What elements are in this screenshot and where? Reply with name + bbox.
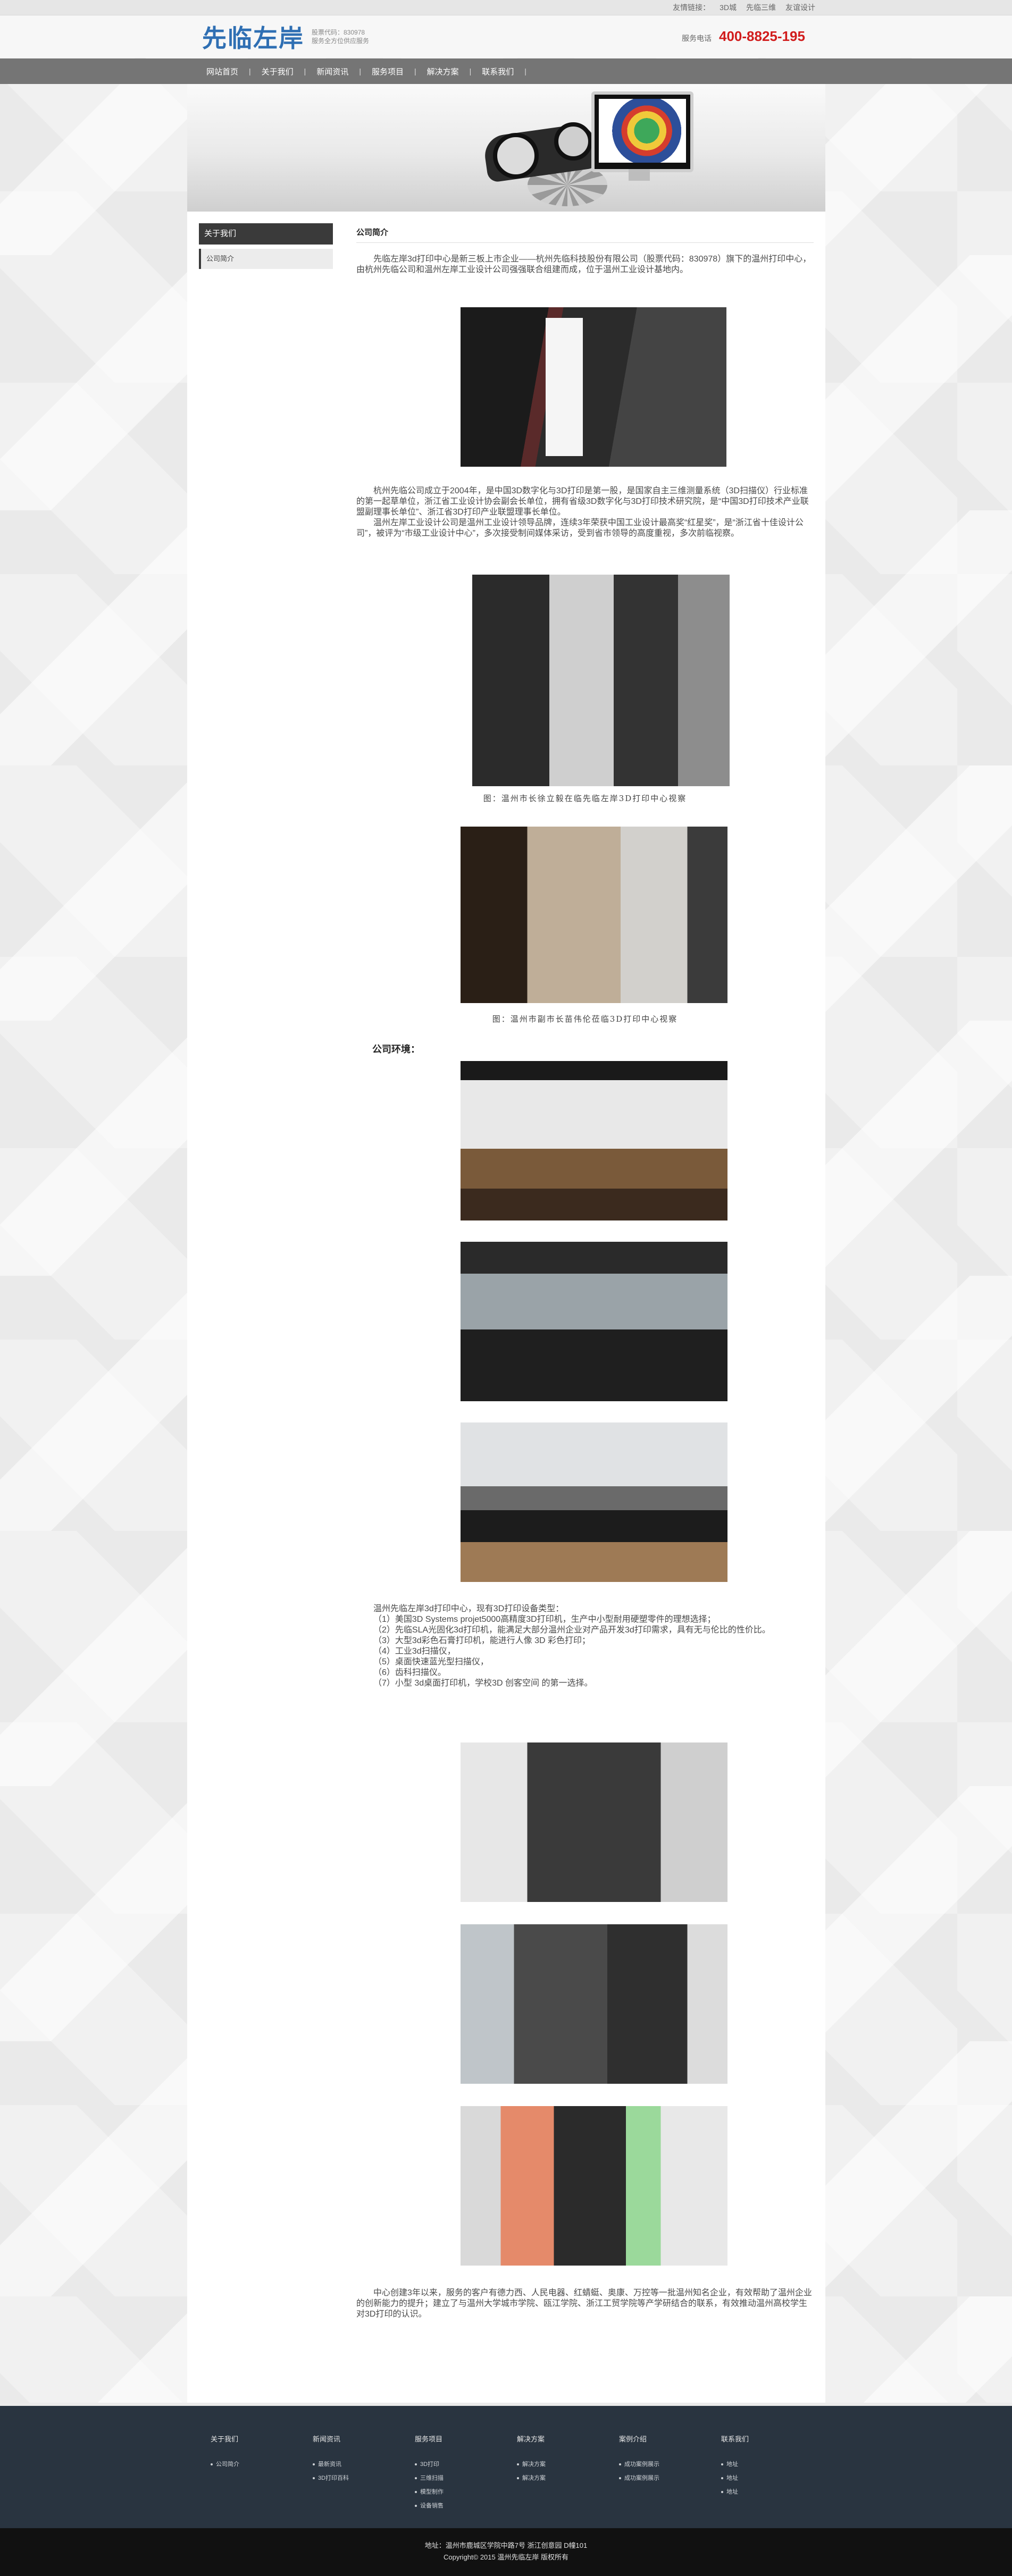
intro-block: 先临左岸3d打印中心是新三板上市企业——杭州先临科技股份有限公司（股票代码：83… xyxy=(356,254,814,275)
nav-separator: | xyxy=(524,67,526,75)
main-content: 公司简介 xyxy=(356,223,814,243)
hotline-number: 400-8825-195 xyxy=(719,28,805,44)
hero-banner xyxy=(187,84,825,212)
nav-item-about[interactable]: 关于我们 xyxy=(251,66,304,77)
footer-link[interactable]: 成功案例展示 xyxy=(619,2471,704,2485)
nav-item-services[interactable]: 服务项目 xyxy=(361,66,414,77)
closing-block: 中心创建3年以来，服务的客户有德力西、人民电器、红蜻蜓、奥康、万控等一批温州知名… xyxy=(356,2288,814,2320)
footer-col-services: 服务项目 3D打印 三维扫描 模型制作 设备销售 xyxy=(415,2434,500,2513)
footer-link[interactable]: 最新资讯 xyxy=(313,2457,398,2471)
footer-link[interactable]: 解决方案 xyxy=(517,2471,602,2485)
sidebar-title: 关于我们 xyxy=(199,223,333,245)
logo-stock-code: 股票代码：830978 xyxy=(312,29,365,36)
footer-heading-about: 关于我们 xyxy=(211,2435,239,2443)
footer-link[interactable]: 三维扫描 xyxy=(415,2471,500,2485)
history-paragraph-1: 杭州先临公司成立于2004年，是中国3D数字化与3D打印是第一股，是国家自主三维… xyxy=(356,486,809,517)
photo-environment-hall xyxy=(461,1061,727,1220)
footer-heading-services: 服务项目 xyxy=(415,2435,443,2443)
copyright-bar: 地址：温州市鹿城区学院中路7号 浙江创意园 D幢101 Copyright© 2… xyxy=(0,2528,1012,2576)
footer-col-contact: 联系我们 地址 地址 地址 xyxy=(721,2434,806,2499)
top-link-shining3d[interactable]: 先临三维 xyxy=(746,2,776,13)
monitor-screen-scan xyxy=(599,99,686,163)
page-title: 公司简介 xyxy=(356,223,814,243)
footer-link[interactable]: 公司简介 xyxy=(211,2457,296,2471)
intro-paragraph: 先临左岸3d打印中心是新三板上市企业——杭州先临科技股份有限公司（股票代码：83… xyxy=(356,255,812,274)
hotline: 服务电话 400-8825-195 xyxy=(682,28,805,45)
logo-tagline: 服务全方位供应服务 xyxy=(312,37,370,45)
footer-heading-contact: 联系我们 xyxy=(721,2435,749,2443)
nav-item-home[interactable]: 网站首页 xyxy=(196,66,249,77)
top-link-3dcity[interactable]: 3D城 xyxy=(720,2,737,13)
top-link-youyi-design[interactable]: 友谊设计 xyxy=(785,2,815,13)
scanner-lens-left xyxy=(493,133,539,179)
site-header: 先临左岸 股票代码：830978 服务全方位供应服务 服务电话 400-8825… xyxy=(0,15,1012,58)
footer-col-about: 关于我们 公司简介 xyxy=(211,2434,296,2471)
photo-mayor-visit xyxy=(472,575,730,786)
footer-link[interactable]: 地址 xyxy=(721,2471,806,2485)
footer-col-news: 新闻资讯 最新资讯 3D打印百科 xyxy=(313,2434,398,2485)
site-footer: 关于我们 公司简介 新闻资讯 最新资讯 3D打印百科 服务项目 3D打印 三维扫… xyxy=(0,2406,1012,2528)
logo-text: 先临左岸 xyxy=(202,24,304,53)
footer-copyright: Copyright© 2015 温州先临左岸 版权所有 xyxy=(444,2553,568,2561)
top-link-label: 友情链接： xyxy=(673,3,710,12)
logo-subtitle: 股票代码：830978 服务全方位供应服务 xyxy=(312,28,369,45)
photo-office-entrance xyxy=(461,307,726,467)
footer-link[interactable]: 设备销售 xyxy=(415,2499,500,2513)
sidebar: 关于我们 公司简介 xyxy=(199,223,333,269)
equipment-block: 温州先临左岸3d打印中心，现有3D打印设备类型： （1）美国3D Systems… xyxy=(356,1604,814,1689)
nav-item-contact[interactable]: 联系我们 xyxy=(471,66,524,77)
equipment-item-5: （5）桌面快速蓝光型扫描仪， xyxy=(373,1657,489,1666)
hotline-label: 服务电话 xyxy=(682,34,712,43)
top-links: 友情链接： 3D城 先临三维 友谊设计 xyxy=(673,0,815,15)
site-logo[interactable]: 先临左岸 股票代码：830978 服务全方位供应服务 xyxy=(202,23,369,53)
photo-vice-mayor-visit xyxy=(461,827,727,1003)
main-nav: 网站首页 | 关于我们 | 新闻资讯 | 服务项目 | 解决方案 | 联系我们 | xyxy=(0,58,1012,84)
footer-link[interactable]: 地址 xyxy=(721,2457,806,2471)
caption-vice-mayor-visit: 图：温州市副市长苗伟伦莅临3D打印中心视察 xyxy=(492,1014,678,1024)
monitor-stand xyxy=(629,169,650,181)
caption-mayor-visit: 图：温州市长徐立毅在临先临左岸3D打印中心视察 xyxy=(483,794,687,803)
equipment-item-1: （1）美国3D Systems projet5000高精度3D打印机，生产中小型… xyxy=(373,1615,716,1624)
footer-heading-news: 新闻资讯 xyxy=(313,2435,341,2443)
photo-environment-stairs xyxy=(461,1242,727,1401)
closing-paragraph: 中心创建3年以来，服务的客户有德力西、人民电器、红蜻蜓、奥康、万控等一批温州知名… xyxy=(356,2288,812,2319)
photo-printer-projet xyxy=(461,1742,727,1902)
photo-environment-meeting-room xyxy=(461,1422,727,1582)
sidebar-item-company-profile[interactable]: 公司简介 xyxy=(199,249,333,269)
equipment-item-6: （6）齿科扫描仪。 xyxy=(373,1668,446,1677)
footer-link[interactable]: 3D打印百科 xyxy=(313,2471,398,2485)
equipment-intro: 温州先临左岸3d打印中心，现有3D打印设备类型： xyxy=(373,1604,564,1613)
photo-printer-sla xyxy=(461,1924,727,2084)
history-paragraph-2: 温州左岸工业设计公司是温州工业设计领导品牌，连续3年荣获中国工业设计最高奖“红星… xyxy=(356,518,804,538)
environment-label: 公司环境： xyxy=(372,1044,420,1055)
footer-link[interactable]: 解决方案 xyxy=(517,2457,602,2471)
history-block: 杭州先临公司成立于2004年，是中国3D数字化与3D打印是第一股，是国家自主三维… xyxy=(356,486,814,539)
footer-col-cases: 案例介绍 成功案例展示 成功案例展示 xyxy=(619,2434,704,2485)
footer-address: 地址：温州市鹿城区学院中路7号 浙江创意园 D幢101 xyxy=(424,2541,588,2549)
equipment-item-2: （2）先临SLA光固化3d打印机，能满足大部分温州企业对产品开发3d打印需求，具… xyxy=(373,1626,771,1635)
photo-desktop-printers xyxy=(461,2106,727,2266)
equipment-item-7: （7）小型 3d桌面打印机，学校3D 创客空间 的第一选择。 xyxy=(373,1679,593,1688)
nav-item-solutions[interactable]: 解决方案 xyxy=(416,66,470,77)
footer-heading-cases: 案例介绍 xyxy=(619,2435,647,2443)
top-utility-bar: 友情链接： 3D城 先临三维 友谊设计 xyxy=(0,0,1012,15)
footer-link[interactable]: 3D打印 xyxy=(415,2457,500,2471)
equipment-item-4: （4）工业3d扫描仪， xyxy=(373,1647,456,1656)
equipment-item-3: （3）大型3d彩色石膏打印机，能进行人像 3D 彩色打印； xyxy=(373,1636,591,1645)
footer-link[interactable]: 模型制作 xyxy=(415,2485,500,2499)
scanner-lens-right xyxy=(554,122,592,161)
content-card: 关于我们 公司简介 公司简介 先临左岸3d打印中心是新三板上市企业——杭州先临科… xyxy=(187,212,825,2403)
footer-col-solutions: 解决方案 解决方案 解决方案 xyxy=(517,2434,602,2485)
footer-link[interactable]: 成功案例展示 xyxy=(619,2457,704,2471)
nav-item-news[interactable]: 新闻资讯 xyxy=(306,66,359,77)
footer-link[interactable]: 地址 xyxy=(721,2485,806,2499)
photo-signboard xyxy=(546,318,583,456)
footer-heading-solutions: 解决方案 xyxy=(517,2435,545,2443)
